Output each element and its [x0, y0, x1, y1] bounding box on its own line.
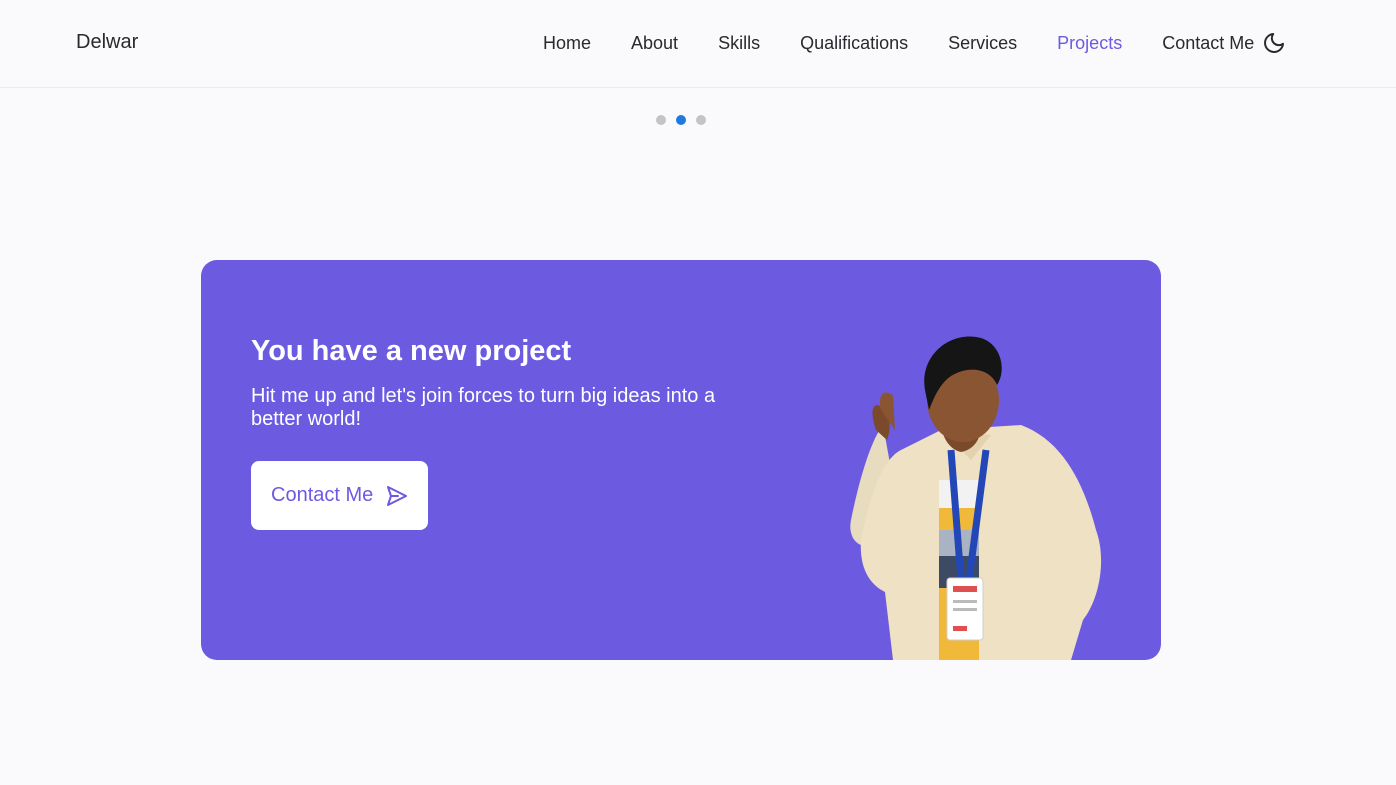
send-icon	[385, 484, 409, 508]
nav-item-skills[interactable]: Skills	[718, 31, 760, 55]
nav-item-services[interactable]: Services	[948, 31, 1017, 55]
nav-item-about[interactable]: About	[631, 31, 678, 55]
nav-item-qualifications[interactable]: Qualifications	[800, 31, 908, 55]
nav-item-contact[interactable]: Contact Me	[1162, 31, 1254, 55]
site-logo[interactable]: Delwar	[76, 31, 138, 54]
nav-item-home[interactable]: Home	[543, 31, 591, 55]
person-photo	[821, 330, 1121, 660]
cta-subtitle: Hit me up and let's join forces to turn …	[251, 385, 716, 430]
project-cta-card: You have a new project Hit me up and let…	[201, 260, 1161, 660]
carousel-dot-3[interactable]	[696, 115, 706, 125]
nav-item-projects[interactable]: Projects	[1057, 31, 1122, 55]
cta-title: You have a new project	[251, 335, 572, 367]
carousel-dot-2[interactable]	[676, 115, 686, 125]
carousel-dot-1[interactable]	[656, 115, 666, 125]
main-nav: Home About Skills Qualifications Service…	[543, 31, 1254, 55]
contact-me-label: Contact Me	[271, 484, 374, 506]
moon-icon[interactable]	[1262, 31, 1286, 55]
contact-me-button[interactable]: Contact Me	[251, 461, 428, 530]
site-header: Delwar Home About Skills Qualifications …	[0, 0, 1396, 88]
carousel-pagination	[656, 115, 706, 125]
